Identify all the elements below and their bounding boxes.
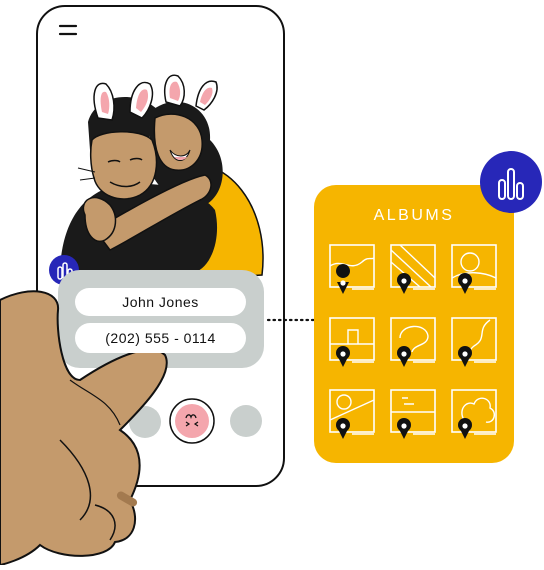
action-button-right[interactable] xyxy=(230,405,262,437)
kiss-emoji-icon[interactable] xyxy=(175,404,209,438)
albums-title: ALBUMS xyxy=(373,207,455,224)
contact-phone: (202) 555 - 0114 xyxy=(75,323,246,353)
contact-name: John Jones xyxy=(75,288,246,316)
brand-logo-icon xyxy=(480,151,542,213)
illustration: John Jones (202) 555 - 0114 ALBUMS xyxy=(0,0,544,567)
map-pin-icon xyxy=(336,264,351,278)
